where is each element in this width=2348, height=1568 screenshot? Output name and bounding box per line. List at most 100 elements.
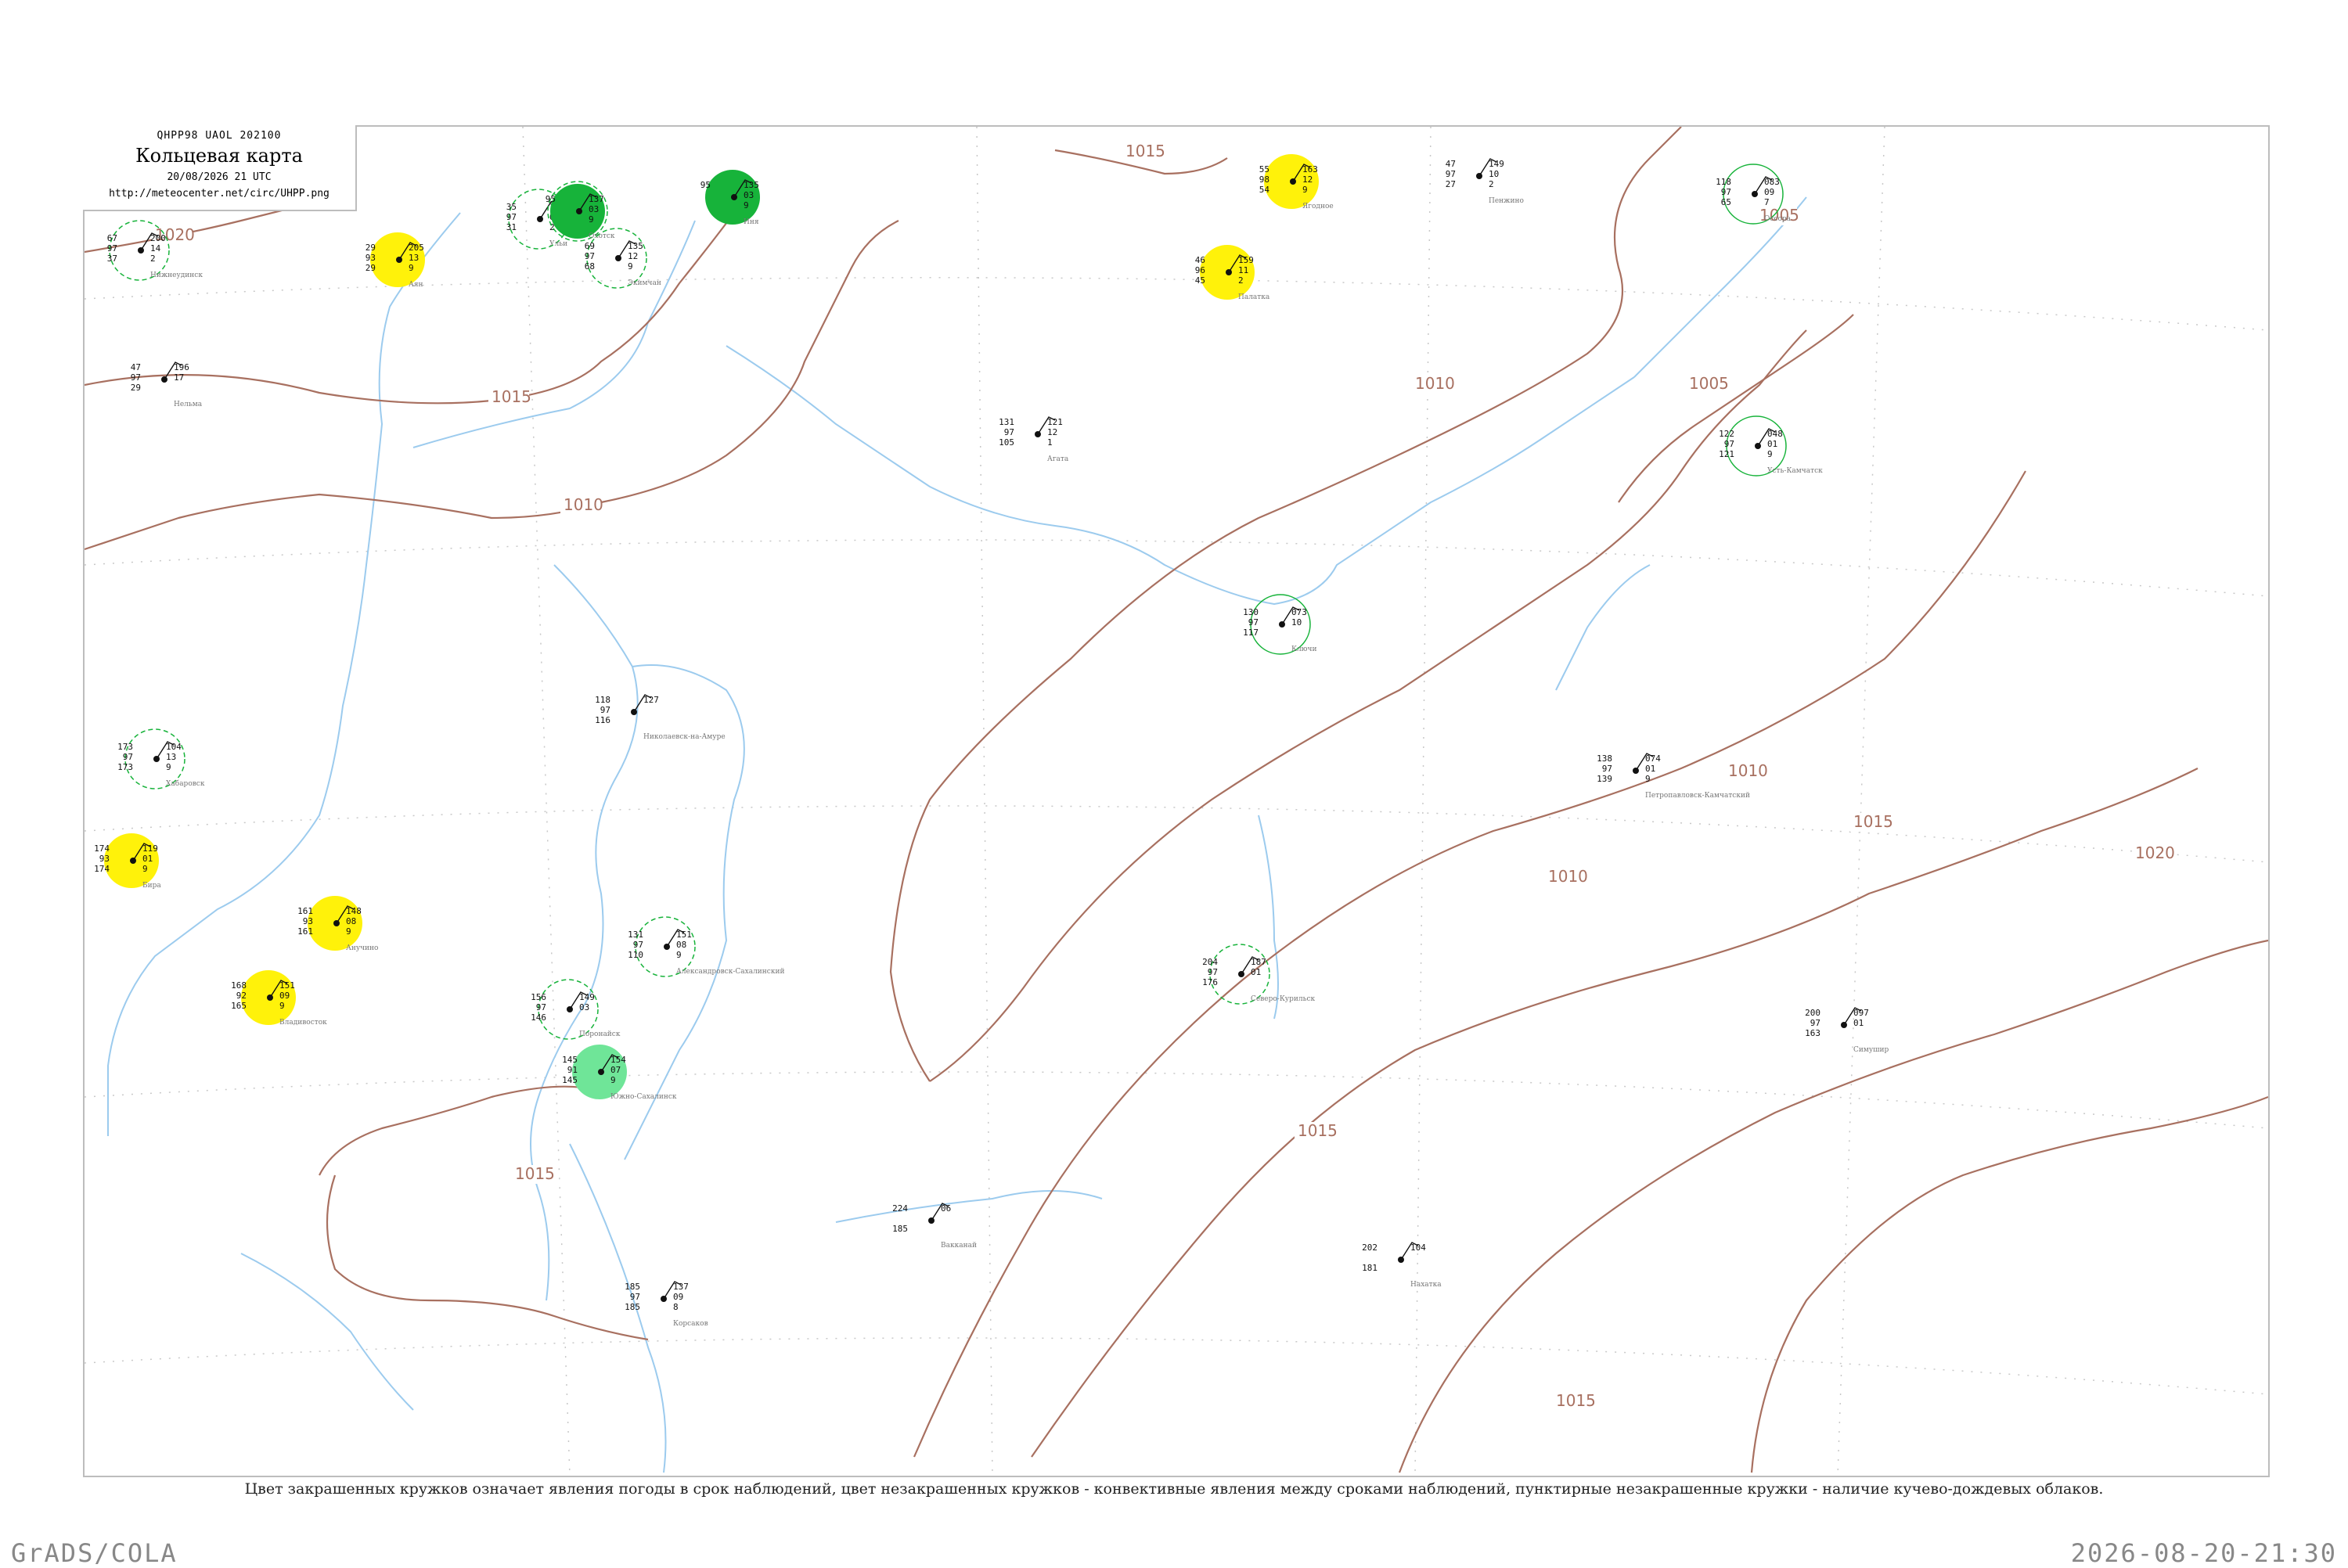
station-23[interactable]: 20497176 18701 Северо-Курильск: [1202, 944, 1316, 1005]
station-value: 138: [1597, 753, 1612, 764]
station-value: 173: [117, 742, 133, 752]
station-value: 137: [673, 1282, 689, 1292]
station-value: 176: [1202, 977, 1218, 987]
station-value: 154: [610, 1055, 626, 1065]
station-value: 17: [174, 372, 184, 383]
isobar-label: 1015: [1556, 1391, 1596, 1410]
station-14[interactable]: 17397173 104139 Хабаровск: [117, 728, 205, 789]
station-value: 9: [676, 950, 682, 960]
station-2[interactable]: 299329 205139 Аян: [366, 232, 425, 289]
station-26[interactable]: 202 181 104 Нахатка: [1362, 1242, 1442, 1289]
station-25[interactable]: 20097163 09701 Симушир: [1805, 1007, 1889, 1054]
station-value: 67: [107, 233, 117, 243]
station-28[interactable]: 13197105121121Агата: [999, 416, 1069, 463]
station-value: 93: [366, 253, 376, 263]
isobar-label: 1015: [1125, 142, 1165, 160]
station-value: 37: [107, 254, 117, 264]
station-name: Владивосток: [279, 1019, 327, 1027]
station-5[interactable]: 95 135039 Иня: [700, 170, 760, 226]
synoptic-map: 10201015101010151010 10051005101010101015…: [85, 127, 2268, 1476]
station-name: Нахатка: [1410, 1281, 1442, 1289]
station-value: 9: [346, 926, 351, 937]
station-9[interactable]: 469645 159112 Палатка: [1195, 245, 1270, 301]
station-20[interactable]: 13197110 151089 Александровск-Сахалинский: [628, 916, 784, 977]
station-value: 10: [1291, 617, 1302, 628]
station-value: 145: [562, 1055, 578, 1065]
station-16[interactable]: 16193161 148089 Анучино: [297, 896, 378, 952]
station-13[interactable]: 11897116 127 Николаевск-на-Амуре: [595, 694, 726, 741]
station-value: 149: [1489, 159, 1504, 169]
station-value: 204: [1202, 957, 1218, 967]
station-value: 073: [1291, 607, 1307, 617]
station-value: 98: [1259, 174, 1269, 185]
station-value: 68: [585, 261, 595, 272]
footer-software: GrADS/COLA: [11, 1538, 178, 1568]
station-name: Экимчан: [628, 279, 661, 287]
station-value: 97: [131, 372, 141, 383]
station-18[interactable]: 14591145 154079 Южно-Сахалинск: [562, 1045, 677, 1101]
station-6[interactable]: 479729 19617 Нельма: [131, 361, 203, 408]
station-value: 54: [1259, 185, 1270, 195]
station-name: Ульи: [549, 240, 567, 248]
station-value: 156: [531, 992, 546, 1002]
station-10[interactable]: 479727 149102 Пенжино: [1446, 158, 1524, 205]
isobar-label: 1020: [2135, 843, 2175, 862]
station-value: 09: [673, 1292, 683, 1302]
station-value: 165: [231, 1001, 247, 1011]
station-name: Анучино: [346, 944, 378, 952]
station-value: 137: [589, 194, 604, 204]
station-value: 13: [166, 752, 176, 762]
station-17[interactable]: 16892165 151099 Владивосток: [231, 970, 327, 1027]
station-4[interactable]: 95 137039 Охотск: [546, 181, 615, 242]
station-value: 91: [567, 1065, 578, 1075]
station-value: 46: [1195, 255, 1205, 265]
station-value: 47: [1446, 159, 1456, 169]
station-value: 130: [1243, 607, 1259, 617]
station-value: 97: [600, 705, 610, 715]
station-value: 174: [94, 843, 110, 854]
station-value: 97: [1602, 764, 1612, 774]
station-19[interactable]: 15697146 14903 Поронайск: [531, 979, 621, 1040]
station-name: Хабаровск: [166, 779, 205, 788]
station-value: 173: [117, 762, 133, 772]
station-11[interactable]: 1189765 083097 Оссора: [1716, 164, 1792, 225]
station-value: 131: [999, 417, 1014, 427]
station-8[interactable]: 559854 163129 Ягодное: [1259, 154, 1334, 210]
station-value: 03: [744, 190, 754, 200]
station-name: Иня: [744, 218, 759, 226]
station-value: 118: [1716, 177, 1731, 187]
station-24[interactable]: 224 185 06 Вакканай: [892, 1203, 977, 1250]
station-value: 146: [531, 1012, 546, 1023]
station-value: 200: [150, 233, 166, 243]
station-value: 127: [643, 695, 659, 705]
station-value: 9: [610, 1075, 616, 1085]
coastlines: [107, 196, 1807, 1473]
station-value: 105: [999, 437, 1014, 448]
station-value: 2: [150, 254, 156, 264]
station-15[interactable]: 17493174 119019 Бира: [94, 833, 161, 890]
isobar-label: 1010: [564, 495, 603, 514]
map-url[interactable]: http://meteocenter.net/circ/UHPP.png: [83, 188, 355, 200]
station-value: 31: [506, 222, 517, 232]
station-value: 117: [1243, 628, 1259, 638]
station-name: Корсаков: [673, 1320, 708, 1328]
station-value: 97: [1004, 427, 1014, 437]
station-value: 224: [892, 1203, 908, 1214]
station-27[interactable]: 18597185 137098 Корсаков: [625, 1281, 708, 1328]
station-value: 14: [150, 243, 161, 254]
station-value: 97: [506, 212, 517, 222]
station-value: 104: [1410, 1243, 1426, 1253]
station-name: Поронайск: [579, 1030, 621, 1038]
station-name: Петропавловск-Камчатский: [1645, 792, 1750, 800]
station-name: Нижнеудинск: [150, 272, 203, 279]
station-12[interactable]: 12297121 048019 Усть-Камчатск: [1719, 415, 1823, 477]
station-value: 97: [1810, 1018, 1820, 1028]
station-value: 97: [1446, 169, 1456, 179]
station-value: 145: [562, 1075, 578, 1085]
station-value: 95: [546, 194, 556, 204]
station-value: 048: [1767, 429, 1783, 439]
station-value: 9: [1767, 449, 1773, 459]
station-value: 121: [1719, 449, 1734, 459]
station-value: 174: [94, 864, 110, 874]
station-value: 9: [142, 864, 148, 874]
